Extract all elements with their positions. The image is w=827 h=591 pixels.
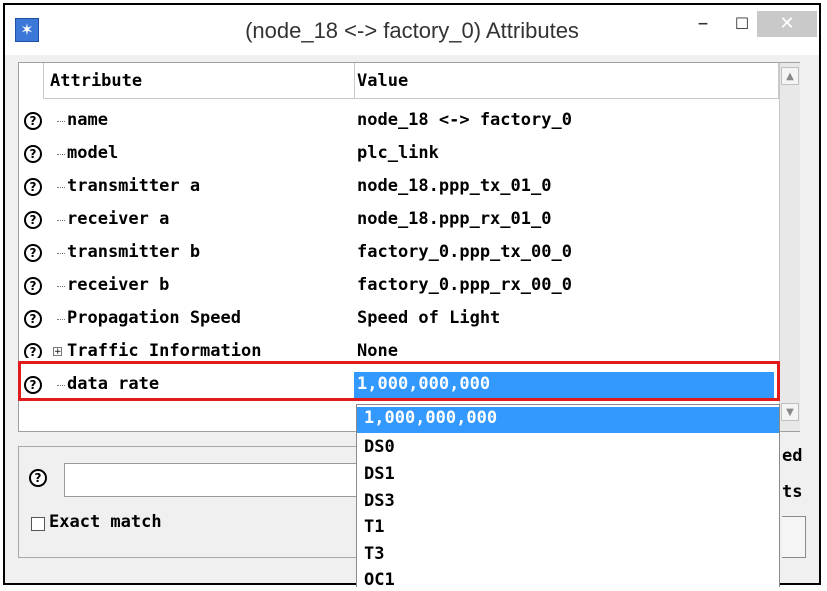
column-header-attribute[interactable]: Attribute xyxy=(43,63,355,99)
dropdown-option[interactable]: DS1 xyxy=(364,464,395,484)
side-button[interactable] xyxy=(782,516,806,558)
search-input[interactable] xyxy=(64,463,364,497)
help-icon[interactable]: ? xyxy=(24,145,42,163)
side-label: ed xyxy=(782,446,803,466)
search-panel: ? Exact match xyxy=(18,446,364,558)
scroll-down-arrow-icon[interactable]: ▼ xyxy=(781,403,799,421)
minimize-button[interactable]: – xyxy=(688,11,718,37)
table-row-receiver-a[interactable]: ? receiver a node_18.ppp_rx_01_0 xyxy=(19,204,779,237)
exact-match-checkbox[interactable] xyxy=(31,517,45,531)
help-icon[interactable]: ? xyxy=(24,211,42,229)
attribute-name: Traffic Information xyxy=(67,341,262,358)
help-icon[interactable]: ? xyxy=(29,469,47,487)
attribute-value[interactable]: node_18 <-> factory_0 xyxy=(357,110,572,130)
attribute-value[interactable]: factory_0.ppp_tx_00_0 xyxy=(357,242,572,262)
attribute-name: transmitter b xyxy=(67,242,201,262)
table-row-model[interactable]: ? model plc_link xyxy=(19,138,779,171)
attribute-name: receiver a xyxy=(67,209,170,229)
dropdown-option[interactable]: 1,000,000,000 xyxy=(364,408,497,428)
side-label: ts xyxy=(782,482,803,502)
table-row-transmitter-a[interactable]: ? transmitter a node_18.ppp_tx_01_0 xyxy=(19,171,779,204)
data-rate-highlight xyxy=(18,361,780,401)
table-row-propagation-speed[interactable]: ? Propagation Speed Speed of Light xyxy=(19,303,779,336)
table-row-transmitter-b[interactable]: ? transmitter b factory_0.ppp_tx_00_0 xyxy=(19,237,779,270)
exact-match-label[interactable]: Exact match xyxy=(49,512,162,532)
help-icon[interactable]: ? xyxy=(24,244,42,262)
table-row-name[interactable]: ? name node_18 <-> factory_0 xyxy=(19,105,779,138)
tree-connector xyxy=(57,253,65,254)
attribute-value[interactable]: node_18.ppp_tx_01_0 xyxy=(357,176,551,196)
tree-connector xyxy=(57,121,65,122)
attribute-value[interactable]: node_18.ppp_rx_01_0 xyxy=(357,209,551,229)
attribute-value[interactable]: Speed of Light xyxy=(357,308,500,328)
attribute-value[interactable]: plc_link xyxy=(357,143,439,163)
table-row-receiver-b[interactable]: ? receiver b factory_0.ppp_rx_00_0 xyxy=(19,270,779,303)
help-icon[interactable]: ? xyxy=(24,112,42,130)
attribute-value[interactable]: None xyxy=(357,341,398,358)
attribute-name: transmitter a xyxy=(67,176,201,196)
scroll-up-arrow-icon[interactable]: ▲ xyxy=(781,67,799,85)
dropdown-option[interactable]: DS0 xyxy=(364,437,395,457)
help-icon[interactable]: ? xyxy=(24,277,42,295)
column-header-value[interactable]: Value xyxy=(355,63,779,99)
help-icon[interactable]: ? xyxy=(24,178,42,196)
attribute-value[interactable]: factory_0.ppp_rx_00_0 xyxy=(357,275,572,295)
tree-connector xyxy=(57,319,65,320)
data-rate-dropdown-list[interactable]: 1,000,000,000 DS0 DS1 DS3 T1 T3 OC1 xyxy=(356,404,780,587)
tree-connector xyxy=(57,187,65,188)
dropdown-option[interactable]: OC1 xyxy=(364,570,395,587)
attribute-name: receiver b xyxy=(67,275,170,295)
tree-connector xyxy=(57,220,65,221)
attribute-name: name xyxy=(67,110,108,130)
attribute-name: model xyxy=(67,143,119,163)
tree-connector xyxy=(57,286,65,287)
help-icon[interactable]: ? xyxy=(24,343,42,358)
tree-connector xyxy=(57,154,65,155)
title-bar[interactable]: ✶ (node_18 <-> factory_0) Attributes – ☐… xyxy=(5,5,819,55)
table-row-traffic-information[interactable]: ? + Traffic Information None xyxy=(19,336,779,358)
close-button[interactable]: ✕ xyxy=(757,11,817,37)
vertical-scrollbar[interactable]: ▲ ▼ xyxy=(779,63,800,431)
dropdown-option[interactable]: T1 xyxy=(364,517,384,537)
expand-icon[interactable]: + xyxy=(53,347,62,357)
dropdown-option[interactable]: T3 xyxy=(364,544,384,564)
help-icon[interactable]: ? xyxy=(24,310,42,328)
maximize-button[interactable]: ☐ xyxy=(727,11,757,37)
attribute-name: Propagation Speed xyxy=(67,308,241,328)
dropdown-option[interactable]: DS3 xyxy=(364,491,395,511)
